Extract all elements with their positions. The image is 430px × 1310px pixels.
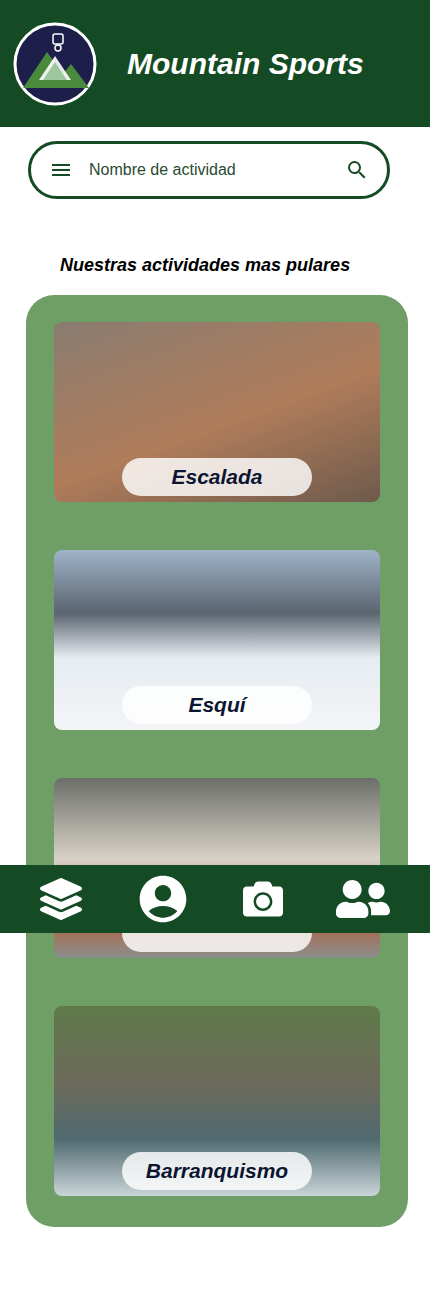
bottom-nav [0,865,430,933]
activity-card[interactable]: Esquí [54,550,380,730]
nav-button[interactable] [336,872,390,926]
profile-icon [135,871,191,927]
logo-icon [13,22,97,106]
layers-icon [40,878,82,920]
search-input[interactable] [87,160,331,180]
activities-panel: Escalada Esquí Barranquismo [26,295,408,1227]
users-icon [336,872,390,926]
header: Mountain Sports [0,0,430,127]
search-bar [28,141,390,199]
activity-card[interactable]: Barranquismo [54,1006,380,1196]
camera-icon [243,879,283,919]
nav-button[interactable] [243,879,283,919]
menu-icon[interactable] [49,158,73,182]
search-icon[interactable] [345,158,369,182]
nav-button[interactable] [135,871,191,927]
activity-label: Esquí [122,686,312,724]
nav-button[interactable] [40,878,82,920]
section-title: Nuestras actividades mas pulares [60,254,430,276]
page: Mountain Sports Nuestras actividades mas … [0,0,430,1310]
activity-label: Escalada [122,458,312,496]
activity-card[interactable]: Escalada [54,322,380,502]
app-title: Mountain Sports [127,46,364,82]
activity-label: Barranquismo [122,1152,312,1190]
